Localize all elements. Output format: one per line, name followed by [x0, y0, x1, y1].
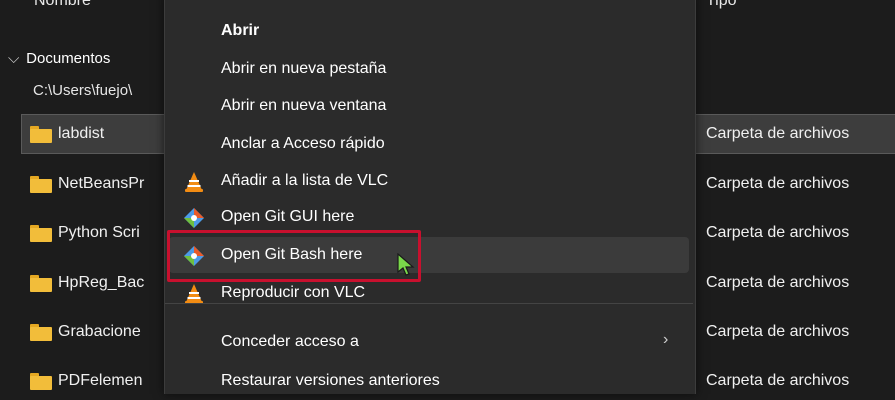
menu-item-label: Anclar a Acceso rápido — [221, 135, 385, 152]
menu-item-label: Open Git GUI here — [221, 208, 355, 225]
file-type: Carpeta de archivos — [706, 372, 850, 389]
file-type: Carpeta de archivos — [706, 125, 850, 142]
menu-item-label: Abrir en nueva pestaña — [221, 60, 387, 77]
file-type: Carpeta de archivos — [706, 224, 850, 241]
menu-item-conceder-acceso[interactable]: Conceder acceso a › — [165, 324, 693, 360]
menu-item-restaurar-versiones[interactable]: Restaurar versiones anteriores — [165, 363, 693, 399]
file-name: Python Scri — [58, 224, 140, 241]
menu-item-label: Restaurar versiones anteriores — [221, 372, 440, 389]
menu-item-label: Conceder acceso a — [221, 333, 359, 350]
menu-item-abrir-nueva-ventana[interactable]: Abrir en nueva ventana — [165, 88, 693, 124]
menu-item-anclar-acceso-rapido[interactable]: Anclar a Acceso rápido — [165, 126, 693, 162]
folder-icon — [30, 324, 52, 341]
chevron-right-icon: › — [663, 331, 669, 348]
file-name: labdist — [58, 125, 105, 142]
folder-icon — [30, 373, 52, 390]
file-name: PDFelemen — [58, 372, 143, 389]
menu-item-label: Abrir — [221, 22, 260, 39]
vlc-icon — [185, 284, 203, 304]
group-path: C:\Users\fuejo\ — [33, 82, 133, 99]
chevron-down-icon[interactable]: ⌵ — [8, 50, 22, 67]
folder-icon — [30, 225, 52, 242]
folder-icon — [30, 126, 52, 143]
menu-item-anadir-vlc[interactable]: Añadir a la lista de VLC — [165, 163, 693, 199]
menu-item-label: Reproducir con VLC — [221, 284, 366, 301]
git-gui-icon — [184, 208, 204, 228]
menu-item-abrir[interactable]: Abrir — [165, 13, 693, 49]
folder-icon — [30, 176, 52, 193]
file-name: NetBeansPr — [58, 175, 145, 192]
group-header-documentos[interactable]: ⌵ Documentos — [8, 50, 110, 67]
menu-separator — [165, 303, 693, 304]
file-type: Carpeta de archivos — [706, 323, 850, 340]
column-header-name[interactable]: Nombre — [34, 0, 91, 10]
file-type: Carpeta de archivos — [706, 274, 850, 291]
context-menu: Abrir Abrir en nueva pestaña Abrir en nu… — [164, 0, 696, 394]
menu-item-label: Abrir en nueva ventana — [221, 97, 387, 114]
vlc-icon — [185, 172, 203, 192]
mouse-cursor-icon — [397, 253, 415, 276]
file-name: HpReg_Bac — [58, 274, 145, 291]
menu-item-label: Open Git Bash here — [221, 246, 363, 263]
menu-item-abrir-nueva-pestana[interactable]: Abrir en nueva pestaña — [165, 51, 693, 87]
file-name: Grabacione — [58, 323, 141, 340]
group-name: Documentos — [26, 50, 111, 67]
file-type: Carpeta de archivos — [706, 175, 850, 192]
git-bash-icon — [184, 246, 204, 266]
menu-item-label: Añadir a la lista de VLC — [221, 172, 389, 189]
column-header-type[interactable]: Tipo — [706, 0, 737, 10]
folder-icon — [30, 275, 52, 292]
